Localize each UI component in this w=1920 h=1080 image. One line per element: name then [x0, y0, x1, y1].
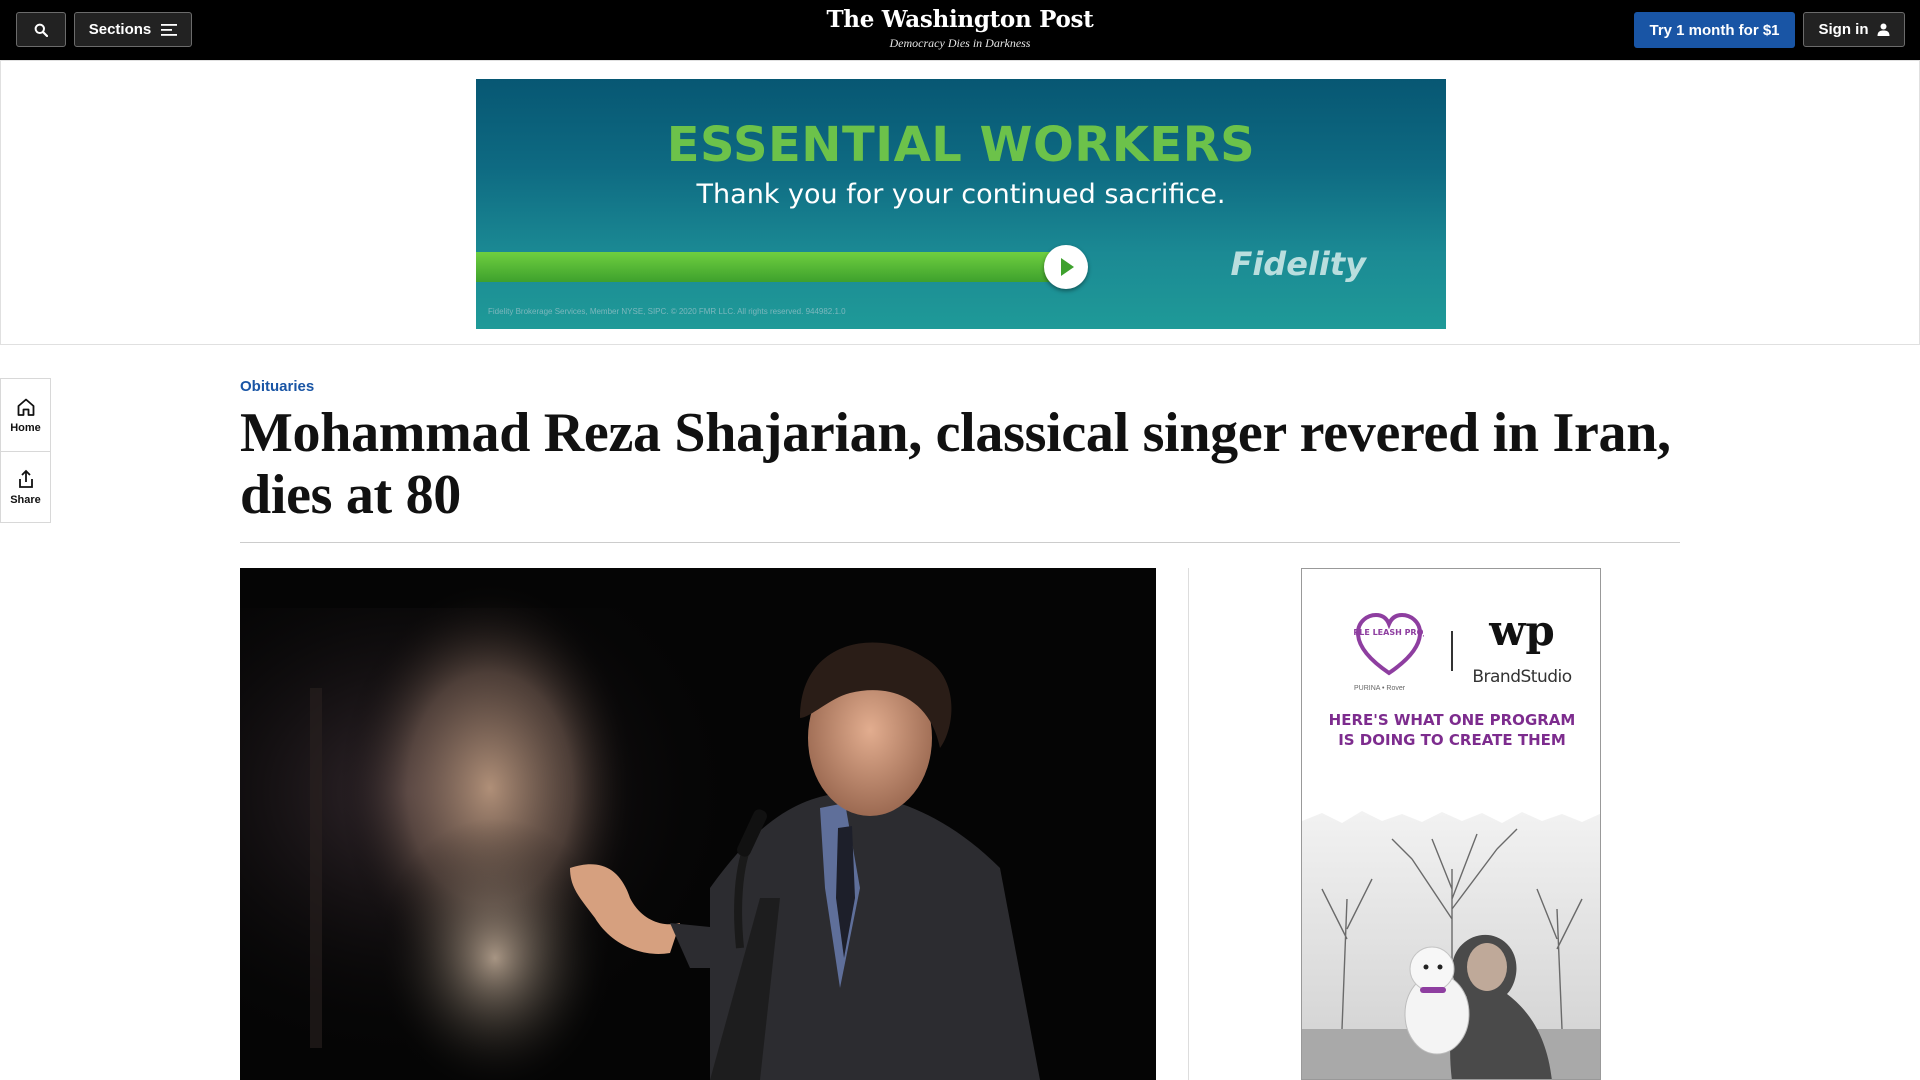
banner-ad-container: ESSENTIAL WORKERS Thank you for your con…	[0, 60, 1920, 345]
side-ad[interactable]: PURPLE LEASH PROJECT wp BrandStudio PURI…	[1301, 568, 1601, 1080]
play-icon	[1061, 258, 1074, 276]
user-icon	[1877, 23, 1889, 36]
ad-subhead: Thank you for your continued sacrifice.	[696, 179, 1226, 210]
heart-icon: PURPLE LEASH PROJECT	[1354, 612, 1424, 676]
home-button[interactable]: Home	[1, 379, 50, 451]
sign-in-button[interactable]: Sign in	[1803, 12, 1905, 47]
banner-ad[interactable]: ESSENTIAL WORKERS Thank you for your con…	[476, 79, 1446, 329]
top-nav-bar: Sections The Washington Post Democracy D…	[0, 0, 1920, 60]
brand-wordmark[interactable]: The Washington Post	[760, 6, 1160, 33]
ad-headline: ESSENTIAL WORKERS	[666, 117, 1256, 173]
masthead[interactable]: The Washington Post Democracy Dies in Da…	[760, 6, 1160, 51]
section-kicker-link[interactable]: Obituaries	[240, 378, 314, 395]
ad-play-button[interactable]	[1044, 245, 1088, 289]
lead-photo-image	[240, 568, 1156, 1080]
logo-divider	[1451, 631, 1453, 671]
headline-divider	[240, 542, 1680, 543]
sponsor-logo-text: PURPLE LEASH PROJECT	[1354, 628, 1424, 637]
side-ad-photo	[1302, 811, 1600, 1079]
publisher-mark: wp	[1489, 606, 1555, 655]
sponsor-partners: PURINA • Rover	[1354, 685, 1406, 692]
lead-photo[interactable]	[240, 568, 1156, 1080]
brand-tagline: Democracy Dies in Darkness	[889, 36, 1031, 50]
side-ad-headline: HERE'S WHAT ONE PROGRAM IS DOING TO CREA…	[1328, 711, 1576, 749]
sections-menu-button[interactable]: Sections	[74, 12, 192, 47]
subscribe-button[interactable]: Try 1 month for $1	[1634, 12, 1795, 48]
ad-progress-bar	[476, 252, 1076, 282]
article-headline: Mohammad Reza Shajarian, classical singe…	[240, 402, 1671, 526]
home-icon	[17, 398, 34, 416]
menu-icon	[161, 23, 178, 36]
column-divider	[1188, 568, 1189, 1080]
share-label: Share	[10, 494, 41, 506]
search-button[interactable]	[16, 12, 66, 47]
utility-rail: Home Share	[0, 378, 51, 523]
sign-in-label: Sign in	[1818, 21, 1869, 38]
share-icon	[18, 469, 33, 488]
ad-brand-logo: Fidelity	[1230, 245, 1366, 283]
sections-label: Sections	[88, 21, 152, 38]
publisher-label: BrandStudio	[1472, 667, 1572, 687]
share-button[interactable]: Share	[1, 451, 50, 523]
home-label: Home	[10, 421, 41, 434]
ad-disclaimer: Fidelity Brokerage Services, Member NYSE…	[488, 307, 846, 316]
search-icon	[34, 23, 48, 37]
